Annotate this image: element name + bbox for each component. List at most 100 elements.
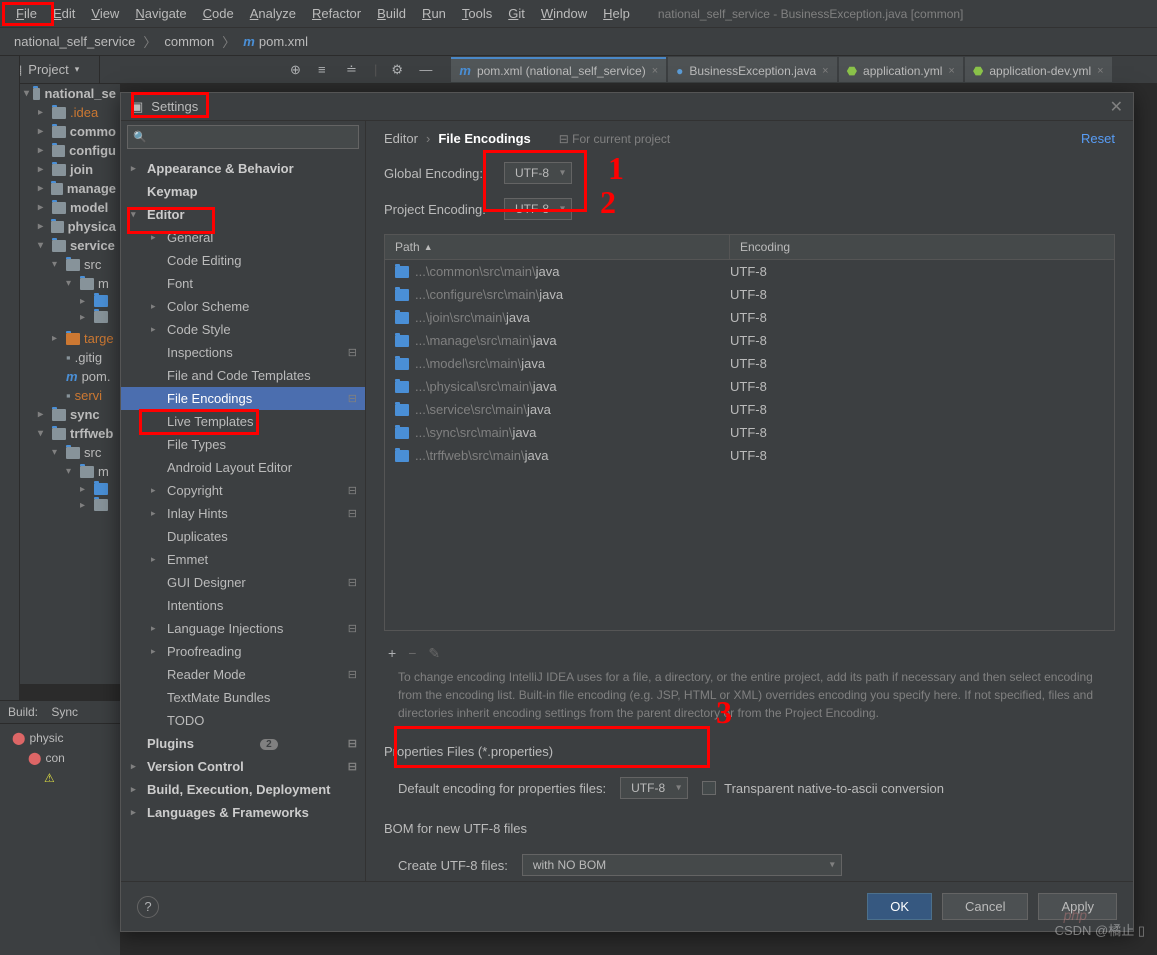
settings-node-android-layout-editor[interactable]: Android Layout Editor — [121, 456, 365, 479]
settings-node-reader-mode[interactable]: Reader Mode⊟ — [121, 663, 365, 686]
tree-row[interactable]: ▸ — [20, 481, 120, 497]
menu-code[interactable]: Code — [195, 3, 242, 24]
table-row[interactable]: ...\service\src\main\javaUTF-8 — [385, 398, 1114, 421]
settings-node-build-execution-deployment[interactable]: ▸Build, Execution, Deployment — [121, 778, 365, 801]
table-row[interactable]: ...\model\src\main\javaUTF-8 — [385, 352, 1114, 375]
settings-node-language-injections[interactable]: ▸Language Injections⊟ — [121, 617, 365, 640]
settings-node-proofreading[interactable]: ▸Proofreading — [121, 640, 365, 663]
remove-icon[interactable]: − — [408, 645, 416, 662]
tree-row[interactable]: ▸manage — [20, 179, 120, 198]
project-encoding-select[interactable]: UTF-8 — [504, 198, 572, 220]
tree-row[interactable]: ▸commo — [20, 122, 120, 141]
settings-node-todo[interactable]: TODO — [121, 709, 365, 732]
table-row[interactable]: ...\trffweb\src\main\javaUTF-8 — [385, 444, 1114, 467]
settings-node-duplicates[interactable]: Duplicates — [121, 525, 365, 548]
expand-icon[interactable]: ≡ — [318, 62, 332, 76]
settings-search-input[interactable] — [127, 125, 359, 149]
close-icon[interactable]: × — [822, 65, 828, 77]
menu-file[interactable]: File — [8, 3, 45, 24]
settings-node-gui-designer[interactable]: GUI Designer⊟ — [121, 571, 365, 594]
menu-navigate[interactable]: Navigate — [127, 3, 194, 24]
settings-node-languages-frameworks[interactable]: ▸Languages & Frameworks — [121, 801, 365, 824]
project-tree[interactable]: ▾national_se▸.idea▸commo▸configu▸join▸ma… — [20, 84, 120, 684]
close-icon[interactable]: × — [948, 65, 954, 77]
settings-node-font[interactable]: Font — [121, 272, 365, 295]
table-header-encoding[interactable]: Encoding — [730, 235, 1114, 259]
editor-tab[interactable]: ●BusinessException.java× — [668, 57, 836, 82]
table-row[interactable]: ...\common\src\main\javaUTF-8 — [385, 260, 1114, 283]
table-row[interactable]: ...\physical\src\main\javaUTF-8 — [385, 375, 1114, 398]
settings-node-textmate-bundles[interactable]: TextMate Bundles — [121, 686, 365, 709]
gear-icon[interactable]: ⚙ — [391, 62, 405, 76]
hide-icon[interactable]: — — [419, 62, 433, 76]
tree-row[interactable]: ▪.gitig — [20, 348, 120, 367]
settings-node-inlay-hints[interactable]: ▸Inlay Hints⊟ — [121, 502, 365, 525]
settings-node-file-types[interactable]: File Types — [121, 433, 365, 456]
menu-view[interactable]: View — [83, 3, 127, 24]
tree-row[interactable]: ▾national_se — [20, 84, 120, 103]
menu-build[interactable]: Build — [369, 3, 414, 24]
editor-tab[interactable]: mpom.xml (national_self_service)× — [451, 57, 666, 82]
close-icon[interactable]: ✕ — [1110, 97, 1123, 117]
menu-window[interactable]: Window — [533, 3, 595, 24]
editor-tab[interactable]: ⬣application.yml× — [839, 57, 963, 82]
tree-row[interactable]: ▸join — [20, 160, 120, 179]
settings-node-general[interactable]: ▸General — [121, 226, 365, 249]
settings-node-version-control[interactable]: ▸Version Control⊟ — [121, 755, 365, 778]
menu-run[interactable]: Run — [414, 3, 454, 24]
tree-row[interactable]: ▾m — [20, 274, 120, 293]
settings-node-code-style[interactable]: ▸Code Style — [121, 318, 365, 341]
help-button[interactable]: ? — [137, 896, 159, 918]
tree-row[interactable]: ▸physica — [20, 217, 120, 236]
tree-row[interactable]: ▾service — [20, 236, 120, 255]
breadcrumb-editor[interactable]: Editor — [384, 131, 418, 146]
settings-node-intentions[interactable]: Intentions — [121, 594, 365, 617]
tree-row[interactable]: ▾src — [20, 255, 120, 274]
tree-row[interactable]: mpom. — [20, 367, 120, 386]
build-row[interactable]: ⬤physic — [4, 728, 116, 748]
close-icon[interactable]: × — [652, 65, 658, 77]
edit-icon[interactable]: ✎ — [428, 645, 440, 662]
tree-row[interactable]: ▸targe — [20, 329, 120, 348]
table-row[interactable]: ...\join\src\main\javaUTF-8 — [385, 306, 1114, 329]
breadcrumb-item[interactable]: national_self_service — [8, 34, 141, 49]
menu-git[interactable]: Git — [500, 3, 533, 24]
settings-node-plugins[interactable]: Plugins2⊟ — [121, 732, 365, 755]
target-icon[interactable]: ⊕ — [290, 62, 304, 76]
tree-row[interactable]: ▸configu — [20, 141, 120, 160]
menu-analyze[interactable]: Analyze — [242, 3, 304, 24]
breadcrumb-item[interactable]: m pom.xml — [237, 34, 314, 49]
global-encoding-select[interactable]: UTF-8 — [504, 162, 572, 184]
tree-row[interactable]: ▾m — [20, 462, 120, 481]
close-icon[interactable]: × — [1097, 65, 1103, 77]
tree-row[interactable]: ▸ — [20, 497, 120, 513]
breadcrumb-item[interactable]: common — [158, 34, 220, 49]
tree-row[interactable]: ▾src — [20, 443, 120, 462]
tree-row[interactable]: ▪servi — [20, 386, 120, 405]
table-row[interactable]: ...\manage\src\main\javaUTF-8 — [385, 329, 1114, 352]
table-row[interactable]: ...\configure\src\main\javaUTF-8 — [385, 283, 1114, 306]
build-row[interactable]: ⬤con — [4, 748, 116, 768]
settings-node-appearance-behavior[interactable]: ▸Appearance & Behavior — [121, 157, 365, 180]
props-encoding-select[interactable]: UTF-8 — [620, 777, 688, 799]
tree-row[interactable]: ▸sync — [20, 405, 120, 424]
menu-edit[interactable]: Edit — [45, 3, 83, 24]
settings-node-color-scheme[interactable]: ▸Color Scheme — [121, 295, 365, 318]
transparent-ascii-checkbox[interactable]: Transparent native-to-ascii conversion — [702, 781, 944, 796]
table-header-path[interactable]: Path ▲ — [385, 235, 730, 259]
table-row[interactable]: ...\sync\src\main\javaUTF-8 — [385, 421, 1114, 444]
collapse-icon[interactable]: ≐ — [346, 62, 360, 76]
tree-row[interactable]: ▸ — [20, 309, 120, 325]
editor-tab[interactable]: ⬣application-dev.yml× — [965, 57, 1112, 82]
tree-row[interactable]: ▾trffweb — [20, 424, 120, 443]
settings-node-file-encodings[interactable]: File Encodings⊟ — [121, 387, 365, 410]
build-row[interactable]: ⚠ — [4, 768, 116, 788]
tree-row[interactable]: ▸ — [20, 293, 120, 309]
menu-help[interactable]: Help — [595, 3, 638, 24]
build-sync-tab[interactable]: Sync — [51, 705, 78, 719]
cancel-button[interactable]: Cancel — [942, 893, 1028, 920]
ok-button[interactable]: OK — [867, 893, 932, 920]
add-icon[interactable]: + — [388, 645, 396, 662]
tree-row[interactable]: ▸model — [20, 198, 120, 217]
reset-link[interactable]: Reset — [1081, 131, 1115, 146]
